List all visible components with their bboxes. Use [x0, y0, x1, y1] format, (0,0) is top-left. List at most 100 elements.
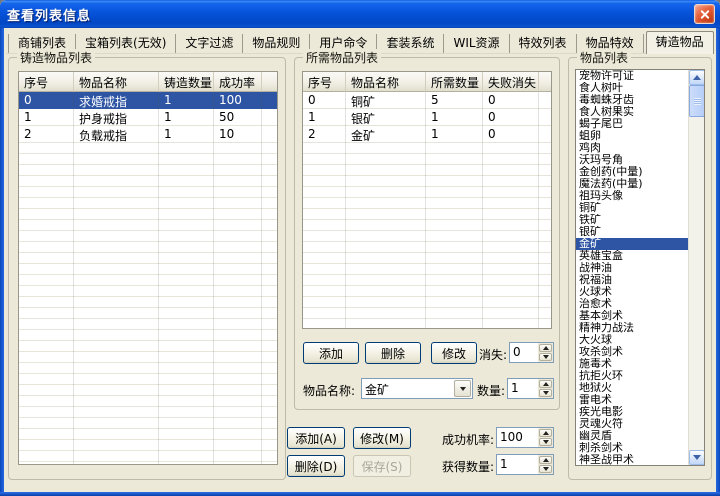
spin-up-button[interactable]	[539, 380, 552, 388]
tab-7[interactable]: WIL资源	[444, 34, 509, 53]
item-list-groupbox: 物品列表 宠物许可证食人树叶毒蜘蛛牙齿食人树果实蝎子尾巴蛆卵鸡肉沃玛号角金创药(…	[568, 57, 712, 480]
spin-down-button[interactable]	[539, 353, 552, 361]
list-item[interactable]: 铜矿	[576, 202, 704, 214]
list-item[interactable]: 毒蜘蛛牙齿	[576, 94, 704, 106]
list-item[interactable]: 战神油	[576, 262, 704, 274]
table-cell: 求婚戒指	[74, 92, 159, 108]
required-delete-button[interactable]: 删除	[365, 342, 421, 364]
lose-value[interactable]: 0	[510, 343, 538, 362]
list-item[interactable]: 蛆卵	[576, 130, 704, 142]
list-item[interactable]: 金矿	[576, 238, 704, 250]
list-item[interactable]: 英雄宝盒	[576, 250, 704, 262]
spin-up-button[interactable]	[539, 429, 552, 437]
spin-up-button[interactable]	[539, 456, 552, 464]
tab-3[interactable]: 文字过滤	[176, 34, 243, 53]
success-rate-value[interactable]: 100	[497, 428, 538, 447]
item-listbox[interactable]: 宠物许可证食人树叶毒蜘蛛牙齿食人树果实蝎子尾巴蛆卵鸡肉沃玛号角金创药(中量)魔法…	[575, 69, 705, 466]
forge-list-groupbox: 铸造物品列表 序号物品名称铸造数量成功率0求婚戒指11001护身戒指1502负载…	[8, 57, 286, 480]
list-item[interactable]: 沃玛号角	[576, 154, 704, 166]
table-row[interactable]: 2负载戒指110	[19, 126, 277, 143]
spin-down-button[interactable]	[539, 438, 552, 446]
column-header[interactable]: 物品名称	[74, 72, 159, 92]
list-item[interactable]: 铁矿	[576, 214, 704, 226]
list-item[interactable]: 施毒术	[576, 358, 704, 370]
forge-modify-button[interactable]: 修改(M)	[353, 427, 411, 449]
close-icon	[699, 9, 710, 20]
list-item[interactable]: 蝎子尾巴	[576, 118, 704, 130]
forge-add-button[interactable]: 添加(A)	[287, 427, 345, 449]
column-header[interactable]: 所需数量	[426, 72, 483, 92]
table-cell: 护身戒指	[74, 109, 159, 125]
forge-delete-button[interactable]: 删除(D)	[287, 455, 345, 477]
list-item[interactable]: 银矿	[576, 226, 704, 238]
tab-10[interactable]: 铸造物品	[646, 31, 714, 54]
list-item[interactable]: 大火球	[576, 334, 704, 346]
scrollbar[interactable]	[688, 70, 704, 465]
quantity-value[interactable]: 1	[508, 379, 538, 398]
scroll-up-button[interactable]	[689, 70, 705, 85]
table-row[interactable]: 1护身戒指150	[19, 109, 277, 126]
spin-down-button[interactable]	[539, 389, 552, 397]
list-item[interactable]: 基本剑术	[576, 310, 704, 322]
list-item[interactable]: 神圣战甲术	[576, 454, 704, 466]
column-header[interactable]: 序号	[303, 72, 346, 92]
quantity-spinedit[interactable]: 1	[507, 378, 554, 399]
list-item[interactable]: 食人树果实	[576, 106, 704, 118]
spin-up-button[interactable]	[539, 344, 552, 352]
table-row[interactable]: 2金矿10	[303, 126, 551, 143]
column-header[interactable]: 铸造数量	[159, 72, 214, 92]
tab-4[interactable]: 物品规则	[243, 34, 310, 53]
scroll-down-button[interactable]	[689, 450, 705, 465]
list-item[interactable]: 攻杀剑术	[576, 346, 704, 358]
list-item[interactable]: 食人树叶	[576, 82, 704, 94]
success-rate-spin-buttons	[538, 428, 553, 447]
combo-dropdown-button[interactable]	[454, 380, 471, 397]
table-cell: 0	[483, 126, 539, 142]
column-header[interactable]: 成功率	[214, 72, 262, 92]
column-header[interactable]: 序号	[19, 72, 74, 92]
item-name-combobox[interactable]: 金矿	[361, 378, 473, 399]
required-list-title: 所需物品列表	[303, 49, 381, 66]
required-add-button[interactable]: 添加	[303, 342, 359, 364]
tab-8[interactable]: 特效列表	[510, 34, 577, 53]
arrow-down-icon	[543, 467, 549, 471]
title-bar[interactable]: 查看列表信息	[0, 0, 720, 28]
list-item[interactable]: 灵魂火符	[576, 418, 704, 430]
required-modify-button[interactable]: 修改	[431, 342, 477, 364]
list-item[interactable]: 地狱火	[576, 382, 704, 394]
list-item[interactable]: 精神力战法	[576, 322, 704, 334]
scroll-up-icon	[693, 75, 701, 80]
table-row[interactable]: 0求婚戒指1100	[19, 92, 277, 109]
gain-count-label: 获得数量:	[428, 458, 494, 475]
list-item[interactable]: 宠物许可证	[576, 70, 704, 82]
table-row[interactable]: 1银矿10	[303, 109, 551, 126]
list-item[interactable]: 刺杀剑术	[576, 442, 704, 454]
gain-count-value[interactable]: 1	[497, 455, 538, 474]
list-item[interactable]: 祖玛头像	[576, 190, 704, 202]
list-item[interactable]: 幽灵盾	[576, 430, 704, 442]
scrollbar-thumb[interactable]	[689, 85, 705, 117]
table-row[interactable]: 0铜矿50	[303, 92, 551, 109]
arrow-up-icon	[543, 458, 549, 462]
forge-save-button[interactable]: 保存(S)	[353, 455, 411, 477]
gain-count-spinedit[interactable]: 1	[496, 454, 554, 475]
lose-spinedit[interactable]: 0	[509, 342, 554, 363]
list-item[interactable]: 鸡肉	[576, 142, 704, 154]
list-item[interactable]: 祝福油	[576, 274, 704, 286]
tab-6[interactable]: 套装系统	[377, 34, 444, 53]
list-item[interactable]: 雷电术	[576, 394, 704, 406]
column-header[interactable]: 失败消失	[483, 72, 539, 92]
list-item[interactable]: 金创药(中量)	[576, 166, 704, 178]
list-item[interactable]: 火球术	[576, 286, 704, 298]
column-header[interactable]: 物品名称	[346, 72, 426, 92]
scroll-down-icon	[693, 455, 701, 460]
list-item[interactable]: 疾光电影	[576, 406, 704, 418]
close-button[interactable]	[694, 4, 715, 24]
list-item[interactable]: 治愈术	[576, 298, 704, 310]
success-rate-spinedit[interactable]: 100	[496, 427, 554, 448]
table-cell: 2	[19, 126, 74, 142]
spin-down-button[interactable]	[539, 465, 552, 473]
list-item[interactable]: 魔法药(中量)	[576, 178, 704, 190]
list-item[interactable]: 抗拒火环	[576, 370, 704, 382]
table-cell: 0	[303, 92, 346, 108]
